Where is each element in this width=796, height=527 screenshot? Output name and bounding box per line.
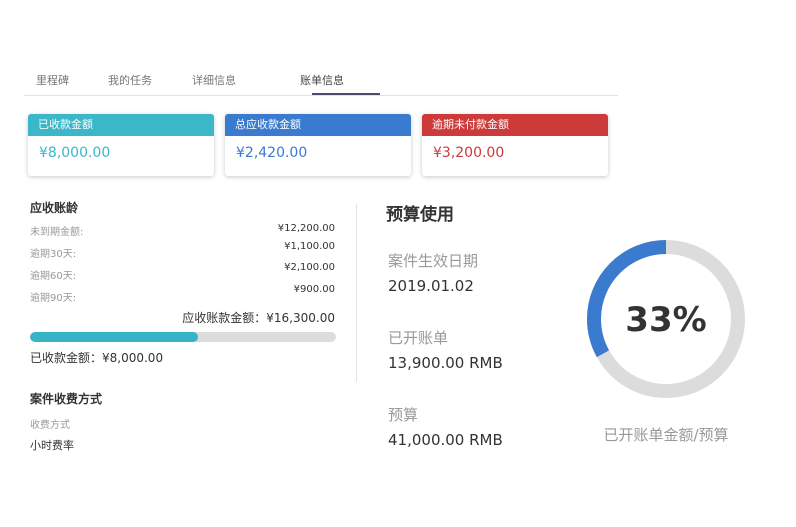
aging-row-value: ¥2,100.00 [284, 262, 335, 273]
donut-caption: 已开账单金额/预算 [603, 426, 729, 444]
budget-label: 预算 [388, 406, 419, 424]
effective-date-label: 案件生效日期 [388, 252, 479, 270]
received-progress-bar [30, 332, 336, 342]
card-received-label: 已收款金额 [28, 114, 214, 136]
tab-milestones[interactable]: 里程碑 [36, 72, 69, 88]
tab-billing[interactable]: 账单信息 [300, 72, 344, 88]
card-overdue: 逾期未付款金额 ¥3,200.00 [422, 114, 608, 176]
billed-label: 已开账单 [388, 329, 449, 347]
billing-method-label: 收费方式 [30, 420, 70, 431]
aging-title: 应收账龄 [30, 201, 79, 215]
card-total-receivable-value: ¥2,420.00 [236, 145, 308, 161]
tab-my-tasks[interactable]: 我的任务 [108, 72, 152, 88]
card-total-receivable-label: 总应收款金额 [225, 114, 411, 136]
card-received: 已收款金额 ¥8,000.00 [28, 114, 214, 176]
section-divider [356, 204, 357, 382]
card-overdue-value: ¥3,200.00 [433, 145, 505, 161]
aging-total: 应收账款金额：¥16,300.00 [182, 311, 335, 325]
card-received-value: ¥8,000.00 [39, 145, 111, 161]
aging-row-label: 逾期30天: [30, 249, 77, 260]
billing-method-value: 小时费率 [30, 439, 74, 452]
billed-value: 13,900.00 RMB [388, 354, 503, 372]
aging-row-value: ¥900.00 [293, 284, 335, 295]
aging-row-label: 未到期金额: [30, 227, 84, 238]
tab-details[interactable]: 详细信息 [192, 72, 236, 88]
received-amount: 已收款金额：¥8,000.00 [30, 351, 164, 365]
budget-value: 41,000.00 RMB [388, 431, 503, 449]
card-total-receivable: 总应收款金额 ¥2,420.00 [225, 114, 411, 176]
budget-usage-percent: 33% [625, 300, 707, 340]
aging-row-label: 逾期60天: [30, 271, 77, 282]
aging-row-value: ¥1,100.00 [284, 241, 335, 252]
tab-bar: 里程碑 我的任务 详细信息 账单信息 [24, 64, 618, 96]
card-overdue-label: 逾期未付款金额 [422, 114, 608, 136]
active-tab-indicator [312, 93, 380, 95]
aging-row-value: ¥12,200.00 [277, 223, 335, 234]
budget-title: 预算使用 [386, 205, 454, 225]
effective-date-value: 2019.01.02 [388, 277, 474, 295]
received-progress-fill [30, 332, 199, 342]
aging-row-label: 逾期90天: [30, 293, 77, 304]
billing-method-title: 案件收费方式 [30, 392, 103, 406]
